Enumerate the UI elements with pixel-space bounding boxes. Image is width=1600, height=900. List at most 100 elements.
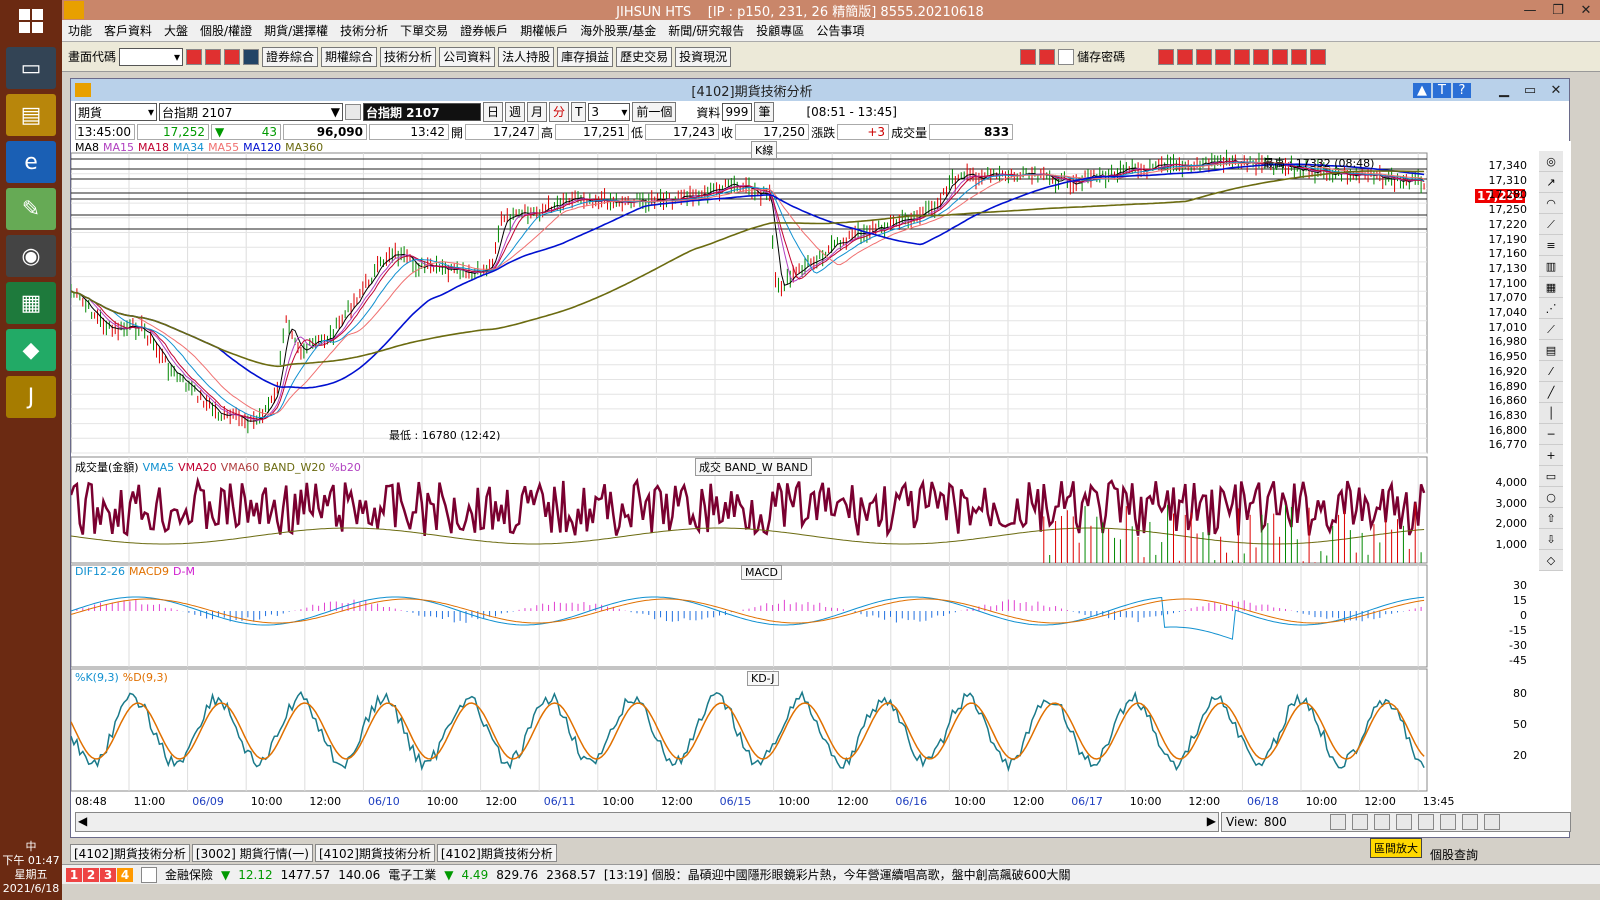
draw-tool-4-icon[interactable]: ≡ xyxy=(1539,235,1563,256)
code-input[interactable]: ▾ xyxy=(119,47,184,66)
tab-1[interactable]: [3002] 期貨行情(一) xyxy=(191,844,313,862)
day-button[interactable]: 日 xyxy=(483,102,504,122)
news-ticker[interactable]: [13:19] 個股：晶碩迎中國隱形眼鏡彩片熱，今年營運續唱高歌，盤中創高飆破6… xyxy=(604,866,1071,883)
tick-button[interactable]: T xyxy=(571,102,587,122)
menu-item-12[interactable]: 公告事項 xyxy=(810,22,870,39)
draw-tool-0-icon[interactable]: ◎ xyxy=(1539,151,1563,172)
draw-tool-11-icon[interactable]: ╱ xyxy=(1539,382,1563,403)
draw-tool-13-icon[interactable]: ─ xyxy=(1539,424,1563,445)
menu-item-1[interactable]: 客戶資料 xyxy=(98,22,158,39)
zoom-range-button[interactable]: 區間放大 xyxy=(1370,838,1422,858)
ime-indicator[interactable]: 中 xyxy=(0,840,62,854)
view-tool-6-icon[interactable] xyxy=(1439,814,1456,830)
scroll-right-icon[interactable]: ▶ xyxy=(1207,814,1216,828)
product-select[interactable]: 台指期 2107 ▼ xyxy=(159,103,343,121)
view-tool-3-icon[interactable] xyxy=(1373,814,1390,830)
toolbar-button-7[interactable]: 投資現況 xyxy=(675,46,732,67)
minimize-icon[interactable]: — xyxy=(1516,3,1544,18)
tool-icon-5[interactable] xyxy=(1234,48,1251,65)
dropdown-icon[interactable] xyxy=(243,48,260,65)
help-icon[interactable]: ? xyxy=(1453,82,1471,98)
draw-tool-19-icon[interactable]: ◇ xyxy=(1539,550,1563,571)
excel-icon[interactable]: ▦ xyxy=(6,282,56,324)
menu-item-7[interactable]: 證券帳戶 xyxy=(454,22,514,39)
folder-icon[interactable] xyxy=(205,48,222,65)
draw-tool-7-icon[interactable]: ⋰ xyxy=(1539,298,1563,319)
menu-item-0[interactable]: 功能 xyxy=(62,22,98,39)
draw-tool-5-icon[interactable]: ▥ xyxy=(1539,256,1563,277)
toolbar-button-5[interactable]: 庫存損益 xyxy=(557,46,614,67)
toolbar-button-4[interactable]: 法人持股 xyxy=(498,46,555,67)
week-button[interactable]: 週 xyxy=(505,102,526,122)
menu-item-8[interactable]: 期權帳戶 xyxy=(514,22,574,39)
view-value[interactable]: 800 xyxy=(1264,815,1324,829)
status-num-3[interactable]: 4 xyxy=(117,867,133,882)
stock-query-label[interactable]: 個股查詢 xyxy=(1430,846,1478,863)
minute-button[interactable]: 分 xyxy=(549,102,570,122)
horizontal-scrollbar[interactable]: ◀ ▶ xyxy=(75,812,1219,832)
view-tool-5-icon[interactable] xyxy=(1417,814,1434,830)
restore-icon[interactable]: ❐ xyxy=(1544,3,1572,18)
menu-item-11[interactable]: 投顧專區 xyxy=(750,22,810,39)
sub-restore-icon[interactable]: ▭ xyxy=(1517,83,1543,98)
draw-tool-15-icon[interactable]: ▭ xyxy=(1539,466,1563,487)
jihsun-hts-icon[interactable]: J xyxy=(6,376,56,418)
draw-tool-14-icon[interactable]: + xyxy=(1539,445,1563,466)
sub-close-icon[interactable]: ✕ xyxy=(1543,83,1569,98)
view-tool-4-icon[interactable] xyxy=(1395,814,1412,830)
unit-button[interactable]: 筆 xyxy=(754,102,775,122)
notes-icon[interactable]: ◆ xyxy=(6,329,56,371)
draw-tool-1-icon[interactable]: ↗ xyxy=(1539,172,1563,193)
tool-icon-4[interactable] xyxy=(1215,48,1232,65)
tool-icon-9[interactable] xyxy=(1310,48,1327,65)
toolbar-button-0[interactable]: 證券綜合 xyxy=(262,46,319,67)
month-button[interactable]: 月 xyxy=(527,102,548,122)
desktop-icon[interactable]: ▭ xyxy=(6,47,56,89)
menu-item-3[interactable]: 個股/權證 xyxy=(194,22,258,39)
sub-minimize-icon[interactable]: ▁ xyxy=(1491,83,1517,98)
status-num-2[interactable]: 3 xyxy=(100,867,116,882)
chart-area[interactable]: MA8 MA15 MA18 MA34 MA55 MA120 MA360 K線 成交量(金額)… xyxy=(71,141,1571,813)
windows-start-icon[interactable] xyxy=(0,0,62,42)
flag2-icon[interactable] xyxy=(1039,48,1056,65)
ie-icon[interactable]: e xyxy=(6,141,56,183)
draw-tool-16-icon[interactable]: ○ xyxy=(1539,487,1563,508)
up-icon[interactable]: ▲ xyxy=(1413,82,1431,98)
menu-item-10[interactable]: 新聞/研究報告 xyxy=(662,22,750,39)
draw-tool-12-icon[interactable]: │ xyxy=(1539,403,1563,424)
explorer-icon[interactable]: ▤ xyxy=(6,94,56,136)
draw-tool-9-icon[interactable]: ▤ xyxy=(1539,340,1563,361)
view-tool-2-icon[interactable] xyxy=(1351,814,1368,830)
status-checkbox[interactable] xyxy=(141,866,157,883)
menu-item-2[interactable]: 大盤 xyxy=(158,22,194,39)
draw-tool-17-icon[interactable]: ⇧ xyxy=(1539,508,1563,529)
menu-item-9[interactable]: 海外股票/基金 xyxy=(574,22,662,39)
menu-item-6[interactable]: 下單交易 xyxy=(394,22,454,39)
flag-icon[interactable] xyxy=(1020,48,1037,65)
type-select[interactable]: 期貨 ▾ xyxy=(75,103,157,121)
tool-icon-3[interactable] xyxy=(1196,48,1213,65)
scroll-left-icon[interactable]: ◀ xyxy=(78,814,87,828)
magnifier-icon[interactable] xyxy=(345,104,361,120)
search-icon[interactable] xyxy=(186,48,203,65)
tool-icon-8[interactable] xyxy=(1291,48,1308,65)
draw-tool-6-icon[interactable]: ▦ xyxy=(1539,277,1563,298)
view-tool-1-icon[interactable] xyxy=(1329,814,1346,830)
paint-icon[interactable]: ✎ xyxy=(6,188,56,230)
status-num-1[interactable]: 2 xyxy=(83,867,99,882)
toolbar-button-1[interactable]: 期權綜合 xyxy=(321,46,378,67)
tool-icon-2[interactable] xyxy=(1177,48,1194,65)
toolbar-button-2[interactable]: 技術分析 xyxy=(380,46,437,67)
tab-2[interactable]: [4102]期貨技術分析 xyxy=(315,844,435,862)
status-num-0[interactable]: 1 xyxy=(66,867,82,882)
tab-0[interactable]: [4102]期貨技術分析 xyxy=(70,844,190,862)
data-count-input[interactable]: 999 xyxy=(722,103,753,121)
clock[interactable]: 中 下午 01:47 星期五 2021/6/18 xyxy=(0,840,62,896)
view-tool-8-icon[interactable] xyxy=(1483,814,1500,830)
draw-tool-3-icon[interactable]: ⟋ xyxy=(1539,214,1563,235)
toolbar-button-6[interactable]: 歷史交易 xyxy=(616,46,673,67)
tab-3[interactable]: [4102]期貨技術分析 xyxy=(436,844,557,862)
close-icon[interactable]: ✕ xyxy=(1572,3,1600,18)
menu-item-4[interactable]: 期貨/選擇權 xyxy=(258,22,334,39)
tool-icon-7[interactable] xyxy=(1272,48,1289,65)
